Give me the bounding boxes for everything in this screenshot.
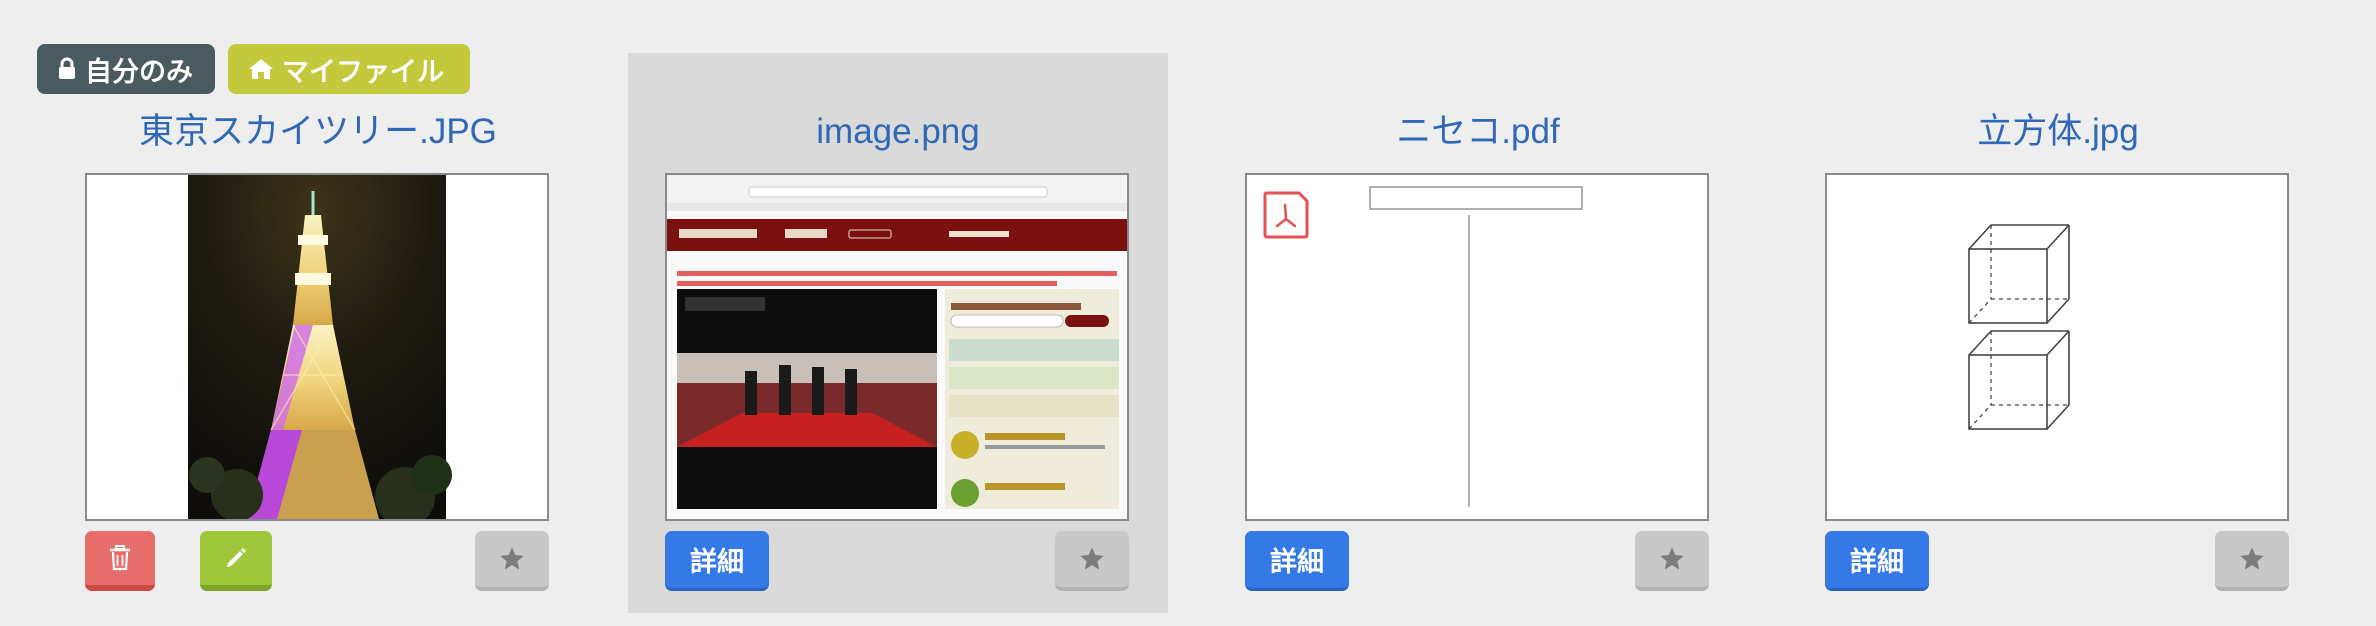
skytree-photo xyxy=(87,175,547,519)
trash-icon xyxy=(110,545,130,571)
file-thumbnail[interactable] xyxy=(1245,173,1709,521)
favorite-button[interactable] xyxy=(1635,531,1709,591)
file-thumbnail[interactable] xyxy=(665,173,1129,521)
star-icon xyxy=(1080,547,1104,570)
file-card-niseko-pdf: ニセコ.pdf 詳細 xyxy=(1208,53,1748,613)
favorite-button[interactable] xyxy=(1055,531,1129,591)
star-icon xyxy=(500,547,524,570)
detail-button[interactable]: 詳細 xyxy=(1825,531,1929,591)
pdf-icon xyxy=(1263,191,1309,239)
pdf-preview xyxy=(1247,175,1707,519)
file-card-image-png: image.png 詳細 xyxy=(628,53,1168,613)
file-name[interactable]: image.png xyxy=(628,107,1168,157)
pencil-icon xyxy=(227,548,246,567)
detail-button[interactable]: 詳細 xyxy=(665,531,769,591)
favorite-button[interactable] xyxy=(475,531,549,591)
detail-button[interactable]: 詳細 xyxy=(1245,531,1349,591)
file-name[interactable]: 東京スカイツリー.JPG xyxy=(48,107,588,157)
file-card-cube: 立方体.jpg 詳細 xyxy=(1788,53,2328,613)
edit-button[interactable] xyxy=(200,531,272,591)
star-icon xyxy=(2240,547,2264,570)
file-name[interactable]: ニセコ.pdf xyxy=(1208,107,1748,157)
file-thumbnail[interactable] xyxy=(1825,173,2289,521)
file-name[interactable]: 立方体.jpg xyxy=(1788,107,2328,157)
delete-button[interactable] xyxy=(85,531,155,591)
star-icon xyxy=(1660,547,1684,570)
file-card-skytree: 東京スカイツリー.JPG xyxy=(48,53,588,613)
webpage-screenshot-thumbnail xyxy=(667,175,1127,519)
favorite-button[interactable] xyxy=(2215,531,2289,591)
file-thumbnail[interactable] xyxy=(85,173,549,521)
cube-drawing xyxy=(1827,175,2287,519)
